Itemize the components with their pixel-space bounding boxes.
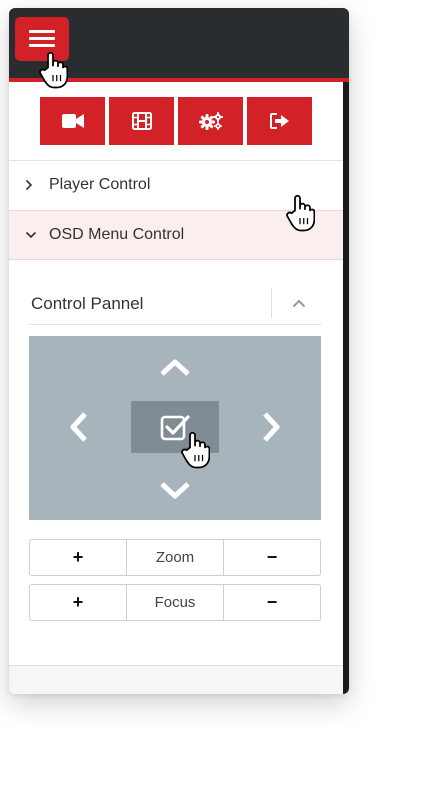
film-icon xyxy=(131,112,152,130)
accordion-label: OSD Menu Control xyxy=(49,226,185,243)
accordion-label: Player Control xyxy=(49,176,151,193)
chevron-down-icon xyxy=(160,482,190,499)
chevron-right-icon xyxy=(25,179,39,191)
chevron-up-icon xyxy=(292,299,306,307)
control-panel-header: Control Pannel xyxy=(29,288,321,325)
hand-cursor-icon xyxy=(181,431,210,469)
hand-cursor-icon xyxy=(39,51,68,89)
collapse-toggle[interactable] xyxy=(284,288,314,318)
focus-controls: + Focus − xyxy=(29,584,321,621)
down-button[interactable] xyxy=(157,476,193,504)
focus-in-button[interactable]: + xyxy=(30,585,126,620)
sign-out-icon xyxy=(269,113,289,129)
hand-cursor-icon xyxy=(286,194,315,232)
zoom-label: Zoom xyxy=(126,540,223,575)
right-button[interactable] xyxy=(257,409,285,445)
settings-button[interactable] xyxy=(178,97,243,145)
footer-strip xyxy=(9,666,343,694)
video-camera-icon xyxy=(61,114,84,128)
zoom-in-button[interactable]: + xyxy=(30,540,126,575)
scrollbar[interactable] xyxy=(343,82,349,694)
up-button[interactable] xyxy=(157,354,193,382)
toolbar xyxy=(40,97,312,145)
film-button[interactable] xyxy=(109,97,174,145)
sign-out-button[interactable] xyxy=(247,97,312,145)
chevron-down-icon xyxy=(25,231,39,239)
chevron-right-icon xyxy=(263,412,280,442)
focus-out-button[interactable]: − xyxy=(223,585,320,620)
chevron-left-icon xyxy=(70,412,87,442)
sidebar-panel: Player Control OSD Menu Control Control … xyxy=(9,8,349,694)
video-camera-button[interactable] xyxy=(40,97,105,145)
gears-icon xyxy=(198,112,223,130)
control-panel-title: Control Pannel xyxy=(31,294,144,313)
hamburger-icon xyxy=(29,30,55,33)
header-separator xyxy=(271,288,272,318)
hamburger-icon xyxy=(29,37,55,40)
chevron-up-icon xyxy=(160,359,190,376)
zoom-out-button[interactable]: − xyxy=(223,540,320,575)
focus-label: Focus xyxy=(126,585,223,620)
hamburger-icon xyxy=(29,44,55,47)
direction-pad xyxy=(29,336,321,520)
zoom-controls: + Zoom − xyxy=(29,539,321,576)
left-button[interactable] xyxy=(65,409,93,445)
